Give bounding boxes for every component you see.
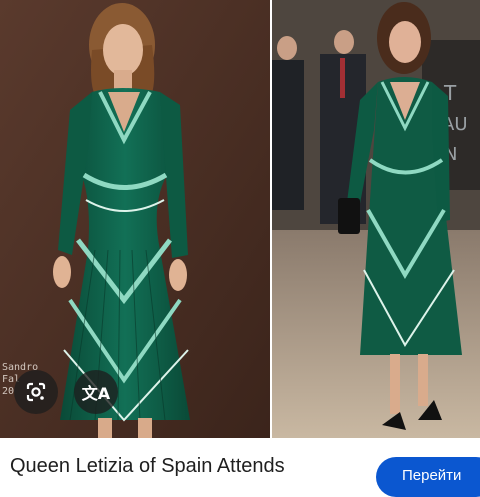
result-title[interactable]: Queen Letizia of Spain Attends	[10, 455, 285, 478]
translate-icon: 文A	[81, 384, 111, 403]
product-image-right[interactable]: T AU N	[272, 0, 480, 438]
google-lens-button[interactable]	[14, 370, 58, 414]
google-lens-icon	[26, 382, 46, 402]
translate-button[interactable]: 文A	[74, 370, 118, 414]
right-photo-art: T AU N	[272, 0, 480, 438]
visit-button[interactable]: Перейти	[376, 457, 480, 497]
